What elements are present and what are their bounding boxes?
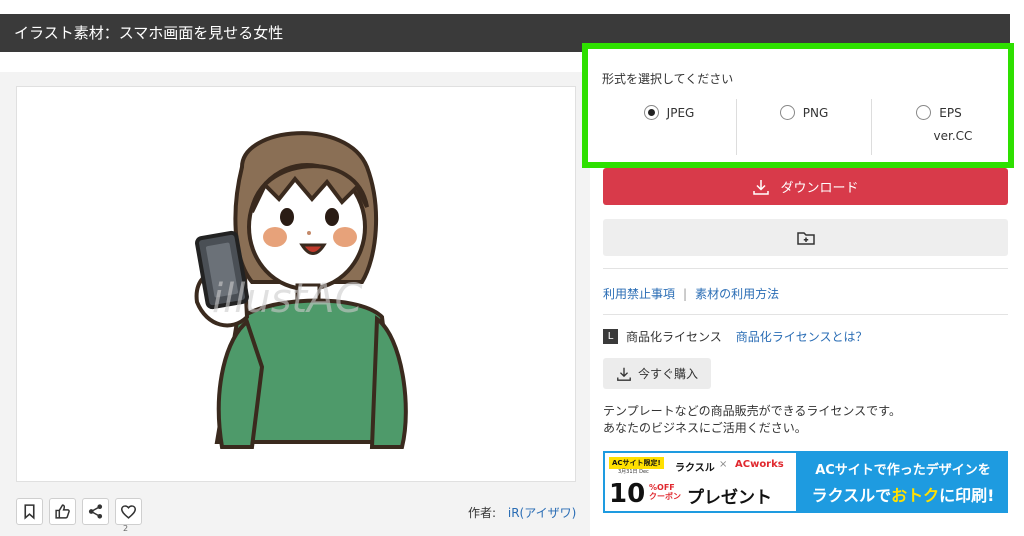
format-options: JPEG PNG EPS ver.CC (602, 99, 1006, 155)
jpeg-label: JPEG (666, 105, 695, 120)
thumbs-up-button[interactable] (49, 498, 76, 525)
license-desc-line2: あなたのビジネスにご活用ください。 (603, 421, 807, 435)
raksul-promo-banner[interactable]: ACサイト限定! 3月31日 Dec ラクスル × ACworks 10 %OF… (603, 451, 1008, 513)
banner-off-text: %OFF (649, 483, 675, 492)
prohibited-items-link[interactable]: 利用禁止事項 (603, 285, 675, 302)
buy-now-label: 今すぐ購入 (637, 367, 698, 381)
format-selector: 形式を選択してください JPEG PNG EPS ver.CC (582, 43, 1014, 168)
format-option-png[interactable]: PNG (736, 99, 871, 155)
license-info-link[interactable]: 商品化ライセンスとは？ (736, 328, 868, 345)
banner-off: %OFF クーポン (649, 483, 681, 501)
banner-coupon-text: クーポン (649, 492, 681, 501)
thumbs-up-icon (55, 504, 70, 519)
banner-present: プレゼント (687, 488, 772, 508)
page-title: イラスト素材：スマホ画面を見せる女性 (14, 24, 284, 42)
link-separator: | (683, 286, 688, 301)
banner-right: ACサイトで作ったデザインを ラクスルでおトクに印刷! (798, 451, 1008, 513)
banner-discount: 10 (609, 479, 646, 509)
format-option-jpeg[interactable]: JPEG (602, 99, 736, 155)
eps-version: ver.CC (933, 129, 973, 143)
eps-radio[interactable] (916, 105, 932, 120)
license-desc-line1: テンプレートなどの商品販売ができるライセンスです。 (603, 404, 901, 418)
watermark-text: illustAC (212, 276, 363, 322)
download-icon (753, 179, 770, 195)
banner-times: × (719, 459, 728, 470)
buy-now-button[interactable]: 今すぐ購入 (603, 358, 711, 389)
png-label: PNG (802, 105, 829, 120)
banner-date: 3月31日 Dec (618, 469, 649, 475)
divider (603, 268, 1008, 269)
license-row: L 商品化ライセンス 商品化ライセンスとは？ (603, 328, 868, 345)
folder-plus-icon (796, 231, 815, 245)
acworks-logo: ACworks (735, 459, 784, 470)
png-radio[interactable] (779, 105, 795, 120)
bookmark-icon (24, 504, 35, 520)
license-badge: L (603, 329, 618, 344)
illustration-preview: illustAC (16, 86, 576, 482)
woman-showing-smartphone-illustration: illustAC (194, 131, 408, 449)
format-option-eps[interactable]: EPS ver.CC (871, 99, 1006, 155)
divider (603, 314, 1008, 315)
banner-line2-a: ラクスルで (811, 485, 892, 505)
author-label: 作者: (468, 506, 497, 520)
license-label: 商品化ライセンス (626, 330, 722, 344)
license-description: テンプレートなどの商品販売ができるライセンスです。 あなたのビジネスにご活用くだ… (603, 403, 901, 437)
jpeg-radio[interactable] (643, 105, 659, 120)
like-count: 2 (123, 524, 129, 533)
preview-actions (16, 498, 142, 525)
bookmark-button[interactable] (16, 498, 43, 525)
share-icon (88, 504, 103, 519)
author-link[interactable]: iR(アイザワ) (508, 506, 576, 520)
eps-label: EPS (939, 105, 962, 120)
raksul-logo: ラクスル (675, 463, 715, 474)
format-title: 形式を選択してください (602, 72, 734, 86)
share-button[interactable] (82, 498, 109, 525)
banner-line1: ACサイトで作ったデザインを (815, 462, 991, 478)
usage-links: 利用禁止事項 | 素材の利用方法 (603, 285, 779, 302)
download-icon (617, 367, 631, 381)
banner-line2-c: に印刷! (939, 485, 995, 505)
download-label: ダウンロード (780, 181, 859, 196)
add-to-folder-button[interactable] (603, 219, 1008, 256)
author-info: 作者: iR(アイザワ) (468, 504, 576, 521)
download-button[interactable]: ダウンロード (603, 168, 1008, 205)
banner-left: ACサイト限定! 3月31日 Dec ラクスル × ACworks 10 %OF… (603, 451, 798, 513)
banner-line2: ラクスルでおトクに印刷! (812, 482, 995, 506)
usage-method-link[interactable]: 素材の利用方法 (695, 285, 779, 302)
banner-line2-b: おトク (891, 485, 940, 505)
heart-icon (120, 505, 137, 519)
favorite-button[interactable] (115, 498, 142, 525)
